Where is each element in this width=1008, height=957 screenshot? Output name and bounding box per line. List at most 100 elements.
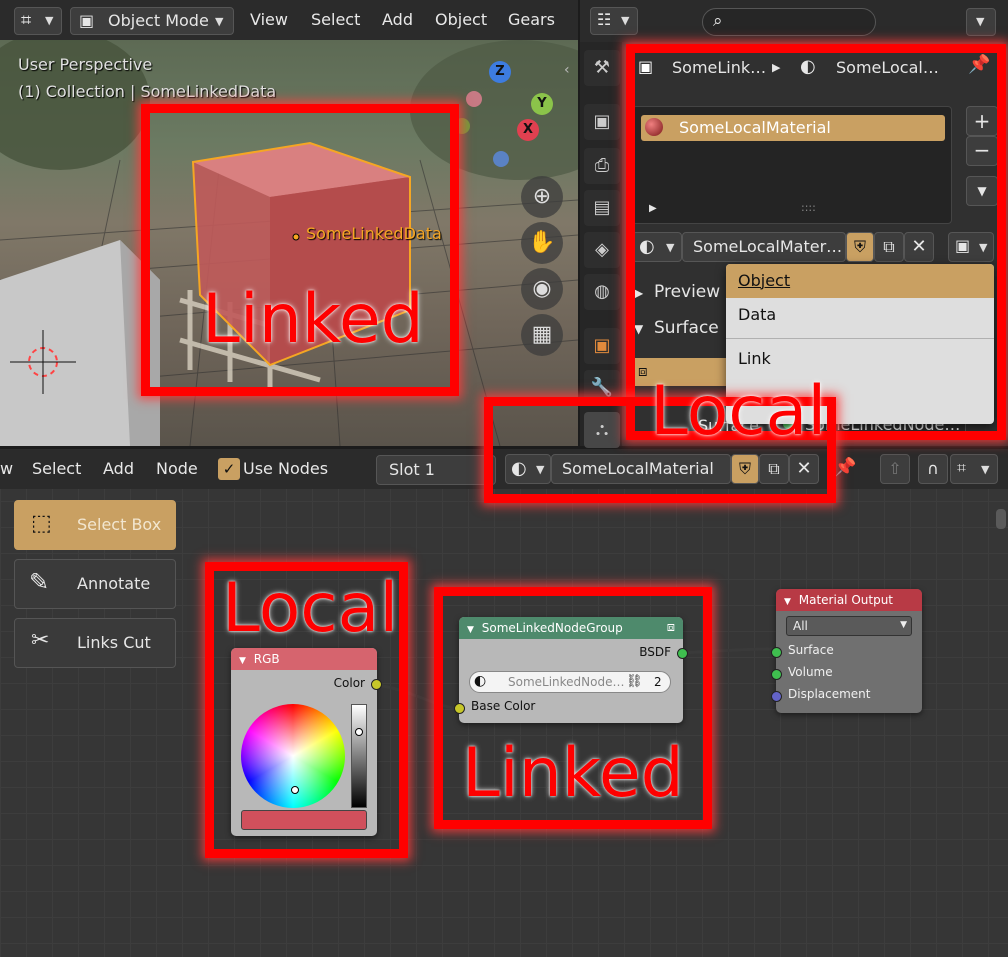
chevron-down-icon: ▼: [900, 620, 907, 630]
scene-tab-icon[interactable]: ◈: [584, 232, 620, 268]
chevron-down-icon: ▼: [976, 15, 985, 28]
chevron-down-icon: ▼: [666, 241, 675, 254]
group-datablock-field[interactable]: ◐ SomeLinkedNode… ⛓ 2: [469, 671, 671, 693]
rgb-node-header: ▼ RGB: [231, 648, 377, 670]
color-swatch[interactable]: [241, 810, 367, 830]
viewport-3d[interactable]: ⌗ ▼ ▣ Object Mode ▼ View Select Add Obje…: [0, 0, 578, 446]
menu-view[interactable]: View: [250, 0, 288, 40]
link-icon: ⛓: [626, 674, 643, 689]
object-name-label: SomeLinkedData: [306, 224, 442, 243]
axis-neg-z-icon[interactable]: [493, 151, 509, 167]
pin-icon[interactable]: 📌: [968, 54, 990, 75]
output-target-dropdown[interactable]: All ▼: [786, 616, 912, 636]
panel-surface[interactable]: Surface: [654, 318, 719, 338]
collapse-icon[interactable]: ▼: [467, 625, 474, 635]
sidebar-toggle-icon[interactable]: ‹: [564, 62, 570, 78]
unlink-button[interactable]: ✕: [904, 232, 934, 262]
remove-slot-button[interactable]: −: [966, 136, 998, 166]
material-name-field[interactable]: SomeLocalMater…: [682, 232, 846, 262]
world-tab-icon[interactable]: ◍: [584, 274, 620, 310]
annotation-local-properties: Local: [650, 372, 827, 451]
node-tree-browse-icon[interactable]: ◐: [474, 673, 486, 689]
material-output-title: Material Output: [798, 593, 893, 607]
group-input-socket[interactable]: [454, 703, 465, 714]
camera-icon[interactable]: ◉: [521, 268, 563, 310]
viewport-perspective-label: User Perspective: [18, 55, 153, 74]
output-tab-icon[interactable]: ⎙: [584, 148, 620, 184]
material-output-node[interactable]: ▼ Material Output All ▼ Surface Volume D…: [771, 589, 922, 713]
rgb-output-socket[interactable]: [371, 679, 382, 690]
node-editor[interactable]: w Select Add Node ✓ Use Nodes Slot 1 ◐ ▼…: [0, 449, 1008, 957]
material-browse-button[interactable]: ◐ ▼: [632, 232, 682, 262]
editor-type-button[interactable]: ⌗ ▼: [14, 7, 62, 35]
panel-expand-icon[interactable]: ▶: [634, 286, 643, 300]
collapse-icon[interactable]: ▼: [239, 656, 246, 666]
value-slider[interactable]: [351, 704, 367, 808]
menu-gears[interactable]: Gears: [508, 0, 555, 40]
menu-object[interactable]: Object: [435, 0, 487, 40]
modifier-tab-icon[interactable]: 🔧: [584, 370, 620, 406]
axis-neg-y-icon[interactable]: [454, 118, 470, 134]
collapse-icon[interactable]: ▼: [784, 597, 791, 607]
object-tab-icon[interactable]: ▣: [584, 328, 620, 364]
view-layer-tab-icon[interactable]: ▤: [584, 190, 620, 226]
editor-type-icon: ⌗: [21, 10, 32, 31]
axis-neg-x-icon[interactable]: [466, 91, 482, 107]
menu-select[interactable]: Select: [311, 0, 360, 40]
rgb-output-label: Color: [333, 676, 365, 690]
properties-options-button[interactable]: ▼: [966, 8, 996, 36]
zoom-icon[interactable]: ⊕: [521, 176, 563, 218]
slot-specials-button[interactable]: ▼: [966, 176, 998, 206]
displacement-socket[interactable]: [771, 691, 782, 702]
chevron-down-icon: ▼: [45, 14, 54, 27]
link-type-button[interactable]: ▣ ▼: [948, 232, 994, 262]
panel-preview[interactable]: Preview: [654, 282, 720, 302]
list-expand-icon[interactable]: ▶: [649, 203, 657, 214]
mode-dropdown[interactable]: ▣ Object Mode ▼: [70, 7, 234, 35]
panel-collapse-icon[interactable]: ▼: [634, 322, 643, 336]
viewport-collection-label: (1) Collection | SomeLinkedData: [18, 82, 277, 101]
axis-y-icon[interactable]: Y: [531, 93, 553, 115]
duplicate-icon: ⧉: [883, 237, 895, 256]
group-output-socket[interactable]: [677, 648, 688, 659]
material-slot-list[interactable]: SomeLocalMaterial ▶ ::::: [632, 106, 952, 224]
axis-z-icon[interactable]: Z: [489, 61, 511, 83]
color-wheel-cursor[interactable]: [291, 786, 299, 794]
breadcrumb-separator-icon: ▶: [772, 61, 781, 74]
value-slider-handle[interactable]: [355, 728, 363, 736]
rgb-node-title: RGB: [253, 652, 280, 666]
ortho-grid-icon[interactable]: ▦: [521, 314, 563, 356]
axis-x-icon[interactable]: X: [517, 119, 539, 141]
dropdown-item-object[interactable]: Object: [726, 264, 994, 298]
volume-socket[interactable]: [771, 669, 782, 680]
material-ball-icon: ◐: [800, 56, 816, 77]
properties-icon: ☷: [597, 10, 612, 29]
material-name-text: SomeLocalMater…: [693, 237, 843, 256]
object-data-icon: ▣: [955, 236, 971, 255]
tool-tab-icon[interactable]: ⚒: [584, 50, 620, 86]
annotation-local-rgb: Local: [222, 569, 399, 648]
list-resize-grip[interactable]: ::::: [801, 201, 816, 214]
material-ball-icon: ◐: [639, 236, 655, 257]
node-group-title: SomeLinkedNodeGroup: [481, 621, 623, 635]
fake-user-button[interactable]: ⛨: [846, 232, 874, 262]
add-slot-button[interactable]: +: [966, 106, 998, 136]
breadcrumb-object: SomeLink…: [672, 58, 767, 77]
properties-editor-type-button[interactable]: ☷ ▼: [590, 7, 638, 35]
rgb-node[interactable]: ▼ RGB Color: [231, 648, 382, 836]
render-tab-icon[interactable]: ▣: [584, 104, 620, 140]
surface-socket[interactable]: [771, 647, 782, 658]
group-user-count[interactable]: 2: [654, 675, 662, 689]
node-group-node[interactable]: ▼ SomeLinkedNodeGroup ⧈ BSDF ◐ SomeLinke…: [454, 617, 688, 723]
group-input-label: Base Color: [471, 699, 536, 713]
duplicate-button[interactable]: ⧉: [874, 232, 904, 262]
dropdown-item-link-label: Link: [738, 349, 771, 368]
dropdown-item-data[interactable]: Data: [726, 298, 994, 332]
viewport-header: ⌗ ▼ ▣ Object Mode ▼ View Select Add Obje…: [0, 0, 578, 40]
chevron-down-icon: ▼: [979, 241, 988, 254]
material-slot-item[interactable]: SomeLocalMaterial: [641, 115, 945, 141]
menu-add[interactable]: Add: [382, 0, 413, 40]
properties-search-input[interactable]: ⌕: [702, 8, 876, 36]
search-icon: ⌕: [713, 11, 723, 31]
pan-hand-icon[interactable]: ✋: [521, 222, 563, 264]
